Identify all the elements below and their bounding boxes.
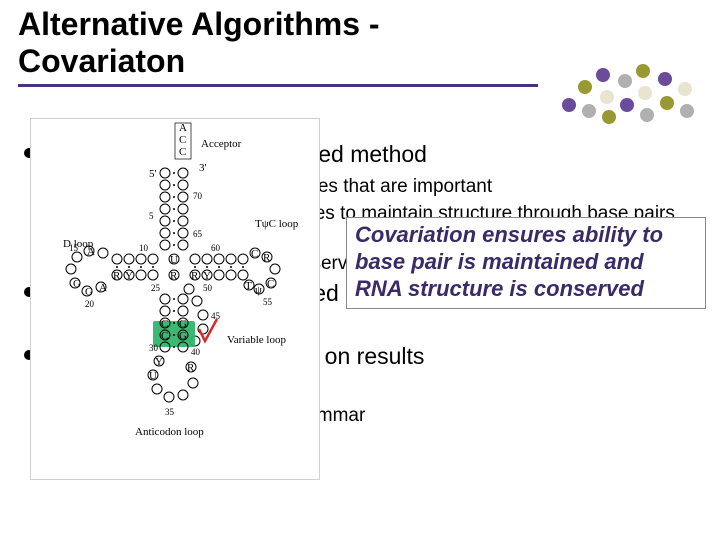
svg-text:Y: Y xyxy=(125,270,133,282)
callout-covariation: Covariation ensures ability to base pair… xyxy=(346,217,706,309)
d-arm: G G A A Y R xyxy=(66,246,158,298)
svg-text:Y: Y xyxy=(203,270,211,282)
svg-text:R: R xyxy=(263,252,271,264)
decorative-dots xyxy=(562,60,702,130)
svg-text:U: U xyxy=(170,254,178,266)
svg-text:C: C xyxy=(161,318,168,330)
junction: U R xyxy=(169,254,179,282)
acceptor-C2: C xyxy=(179,146,186,158)
svg-text:C: C xyxy=(251,248,258,260)
label-tpsic: TψC loop xyxy=(255,218,299,230)
anticodon-stem: C G C G xyxy=(153,294,217,352)
num-60: 60 xyxy=(211,243,221,253)
num-10: 10 xyxy=(139,243,149,253)
svg-text:U: U xyxy=(149,370,157,382)
svg-text:Y: Y xyxy=(155,356,163,368)
label-5prime: 5' xyxy=(149,168,157,180)
svg-text:R: R xyxy=(187,362,195,374)
trna-diagram: A C C Acceptor 5' 3' xyxy=(30,118,320,480)
svg-text:G: G xyxy=(179,318,187,330)
num-35: 35 xyxy=(165,407,175,417)
acceptor-C1: C xyxy=(179,134,186,146)
svg-text:C: C xyxy=(161,330,168,342)
svg-text:R: R xyxy=(170,270,178,282)
num-25: 25 xyxy=(151,283,161,293)
num-55: 55 xyxy=(263,297,273,307)
svg-text:T: T xyxy=(245,280,252,292)
num-30: 30 xyxy=(149,343,159,353)
num-15: 15 xyxy=(69,243,79,253)
svg-text:A: A xyxy=(87,246,95,258)
label-3prime: 3' xyxy=(199,162,207,174)
num-70: 70 xyxy=(193,191,203,201)
num-20: 20 xyxy=(85,299,95,309)
label-acceptor: Acceptor xyxy=(201,138,242,150)
anticodon-loop: Y U R xyxy=(148,356,198,402)
svg-text:R: R xyxy=(191,270,199,282)
label-varloop: Variable loop xyxy=(227,334,286,346)
svg-text:ψ: ψ xyxy=(255,284,262,296)
num-65: 65 xyxy=(193,229,203,239)
svg-text:R: R xyxy=(113,270,121,282)
slide-title: Alternative Algorithms - Covariaton xyxy=(18,6,538,87)
acceptor-A: A xyxy=(179,122,187,134)
svg-text:G: G xyxy=(73,278,81,290)
svg-text:C: C xyxy=(267,278,274,290)
svg-text:A: A xyxy=(99,282,107,294)
num-50: 50 xyxy=(203,283,213,293)
num-5: 5 xyxy=(149,211,154,221)
num-40: 40 xyxy=(191,347,201,357)
svg-text:G: G xyxy=(179,330,187,342)
svg-text:G: G xyxy=(85,286,93,298)
label-anticodon: Anticodon loop xyxy=(135,426,204,438)
